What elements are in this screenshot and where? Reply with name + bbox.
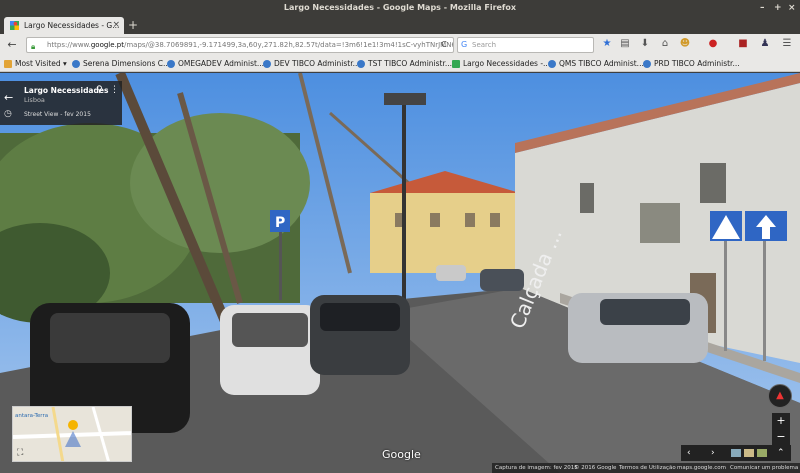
bookmark-prd-tibco[interactable]: PRD TIBCO Administr...	[643, 56, 740, 72]
tab-google-maps[interactable]: Largo Necessidades - G... ×	[4, 17, 124, 34]
window-title: Largo Necessidades - Google Maps - Mozil…	[283, 3, 517, 12]
expand-icon[interactable]: ⌃	[777, 445, 785, 461]
close-window-button[interactable]: ×	[788, 0, 796, 16]
bookmark-dev-tibco[interactable]: DEV TIBCO Administr...	[263, 56, 360, 72]
zoom-out-button[interactable]: −	[772, 429, 790, 445]
bookmark-star-icon[interactable]: ★	[600, 37, 614, 51]
location-pin-icon[interactable]: ⚲	[96, 85, 103, 95]
svg-text:P: P	[275, 215, 285, 231]
url-bar[interactable]: 🔒︎ https://www.google.pt/maps/@38.706989…	[26, 37, 454, 53]
folder-icon	[4, 60, 12, 68]
chevron-right-icon[interactable]: ›	[711, 445, 715, 461]
url-prefix: https://www.	[47, 41, 91, 49]
browser-window: Largo Necessidades - Google Maps - Mozil…	[0, 0, 800, 473]
url-path: /maps/@38.7069891,-9.171499,3a,60y,271.8…	[123, 41, 454, 49]
place-info-card: ← Largo Necessidades Lisboa ⚲ ⋮ ◷ Street…	[0, 81, 122, 125]
fullscreen-icon[interactable]: ⛶	[17, 448, 23, 458]
maximize-button[interactable]: +	[774, 0, 782, 16]
tab-label: Largo Necessidades - G...	[24, 21, 120, 30]
lock-icon: 🔒︎	[31, 42, 36, 51]
extension-icon[interactable]: ☻	[678, 37, 692, 51]
bookmarks-toolbar: Most Visited ▾ Serena Dimensions C... OM…	[0, 56, 800, 72]
bookmark-tst-tibco[interactable]: TST TIBCO Administr...	[357, 56, 452, 72]
globe-icon	[167, 60, 175, 68]
bookmark-qms-tibco[interactable]: QMS TIBCO Administ...	[548, 56, 644, 72]
capture-date: Captura de imagem: fev 2015	[495, 465, 578, 471]
ublock-icon[interactable]: ■	[736, 37, 750, 51]
google-maps-favicon-icon	[10, 21, 19, 30]
more-options-icon[interactable]: ⋮	[110, 85, 119, 95]
home-icon[interactable]: ⌂	[658, 37, 672, 51]
bookmark-label: TST TIBCO Administr...	[368, 59, 453, 68]
mini-map-label: antara-Terra	[15, 413, 49, 419]
search-placeholder: Search	[472, 41, 497, 49]
imagery-date[interactable]: Street View - fev 2015	[24, 111, 91, 118]
reload-button[interactable]: C	[436, 37, 452, 53]
map-footer: Captura de imagem: fev 2015 © 2016 Googl…	[492, 463, 800, 473]
mini-map[interactable]: antara-Terra ⛶	[12, 406, 132, 462]
addon-icon[interactable]: ●	[706, 37, 720, 51]
profile-icon[interactable]: ♟	[758, 37, 772, 51]
menu-icon[interactable]: ☰	[780, 37, 794, 51]
thumbnail-2[interactable]	[744, 449, 754, 457]
zoom-in-button[interactable]: +	[772, 413, 790, 429]
back-arrow-icon[interactable]: ←	[4, 91, 13, 104]
bookmark-label: PRD TIBCO Administr...	[654, 59, 740, 68]
bookmark-label: Serena Dimensions C...	[83, 59, 171, 68]
thumbnail-3[interactable]	[757, 449, 767, 457]
bookmark-omegadev[interactable]: OMEGADEV Administ...	[167, 56, 264, 72]
bookmark-label: QMS TIBCO Administ...	[559, 59, 644, 68]
chevron-left-icon[interactable]: ‹	[687, 445, 691, 461]
minimize-button[interactable]: –	[760, 0, 765, 16]
globe-icon	[72, 60, 80, 68]
new-tab-button[interactable]: +	[128, 16, 138, 34]
clock-icon[interactable]: ◷	[4, 109, 12, 119]
bookmark-largo-necessidades[interactable]: Largo Necessidades -...	[452, 56, 550, 72]
globe-icon	[548, 60, 556, 68]
bookmark-most-visited[interactable]: Most Visited ▾	[4, 56, 67, 72]
street-view-panorama[interactable]: P Calçada ... ← Largo Necessidades Lisbo…	[0, 73, 800, 473]
thumbnail-1[interactable]	[731, 449, 741, 457]
bookmark-serena[interactable]: Serena Dimensions C...	[72, 56, 170, 72]
reading-list-icon[interactable]: ▤	[618, 37, 632, 51]
google-maps-favicon-icon	[452, 60, 460, 68]
zoom-control: + −	[772, 413, 790, 445]
globe-icon	[263, 60, 271, 68]
place-subtitle: Lisboa	[24, 96, 45, 104]
downloads-icon[interactable]: ⬇	[638, 37, 652, 51]
domain-link[interactable]: maps.google.com	[677, 463, 726, 473]
back-button[interactable]: ←	[4, 37, 20, 53]
compass-icon[interactable]: ▲	[768, 384, 792, 408]
title-bar: Largo Necessidades - Google Maps - Mozil…	[0, 0, 800, 16]
tab-strip: Largo Necessidades - G... × +	[0, 16, 800, 34]
url-host: google.pt	[90, 41, 124, 49]
bookmark-label: Largo Necessidades -...	[463, 59, 551, 68]
report-problem-link[interactable]: Comunicar um problema	[730, 463, 798, 473]
google-logo: Google	[382, 448, 421, 461]
imagery-strip: ‹ › ⌃	[681, 445, 791, 461]
globe-icon	[357, 60, 365, 68]
google-search-icon: G	[461, 40, 468, 49]
search-input[interactable]: G Search	[457, 37, 594, 53]
globe-icon	[643, 60, 651, 68]
bookmark-label: OMEGADEV Administ...	[178, 59, 265, 68]
copyright: © 2016 Google	[574, 465, 617, 471]
tab-close-icon[interactable]: ×	[112, 17, 120, 34]
terms-link[interactable]: Termos de Utilização	[619, 463, 676, 473]
bookmark-label: Most Visited	[15, 59, 61, 68]
bookmark-label: DEV TIBCO Administr...	[274, 59, 360, 68]
